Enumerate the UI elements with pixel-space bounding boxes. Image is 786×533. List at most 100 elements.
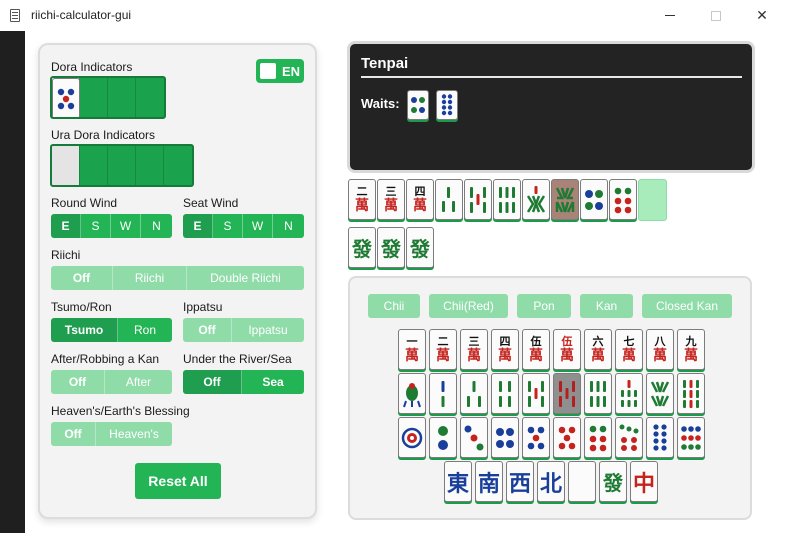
after-kan-off[interactable]: Off	[51, 370, 105, 394]
ura-dora-slot[interactable]	[80, 146, 108, 185]
chii-button[interactable]: Chii	[368, 294, 420, 318]
seat-wind-n[interactable]: N	[273, 214, 304, 238]
language-toggle[interactable]: EN	[256, 59, 304, 83]
hand-tile-8-sou-selected[interactable]	[551, 179, 579, 220]
minimize-button[interactable]	[647, 0, 693, 31]
round-wind-e[interactable]: E	[51, 214, 81, 238]
tile-suit: 萬	[529, 348, 543, 364]
green-dragon-icon: 發	[603, 471, 623, 495]
picker-tile-6-sou[interactable]	[584, 373, 612, 414]
ippatsu-on[interactable]: Ippatsu	[232, 318, 304, 342]
round-wind-n[interactable]: N	[141, 214, 172, 238]
picker-tile-6-pin[interactable]	[584, 417, 612, 458]
picker-tile-5-pin-red[interactable]	[553, 417, 581, 458]
picker-tile-1-sou[interactable]	[398, 373, 426, 414]
picker-tile-8-pin[interactable]	[646, 417, 674, 458]
under-river-sea[interactable]: Sea	[242, 370, 304, 394]
pon-button[interactable]: Pon	[517, 294, 571, 318]
picker-tile-4-man[interactable]: 四萬	[491, 329, 519, 370]
picker-tile-7-pin[interactable]	[615, 417, 643, 458]
blessing-off[interactable]: Off	[51, 422, 96, 446]
dora-slot[interactable]	[80, 78, 108, 117]
picker-tile-1-pin[interactable]	[398, 417, 426, 458]
picker-tile-2-sou[interactable]	[429, 373, 457, 414]
picker-tile-7-man[interactable]: 七萬	[615, 329, 643, 370]
hand-tile-3-man[interactable]: 三萬	[377, 179, 405, 220]
picker-tile-5-man-red[interactable]: 伍萬	[553, 329, 581, 370]
round-wind-w[interactable]: W	[111, 214, 141, 238]
picker-tile-5-sou[interactable]	[522, 373, 550, 414]
hand-tile-4-man[interactable]: 四萬	[406, 179, 434, 220]
dora-slot-filled[interactable]	[52, 78, 80, 117]
picker-tile-green-dragon[interactable]: 發	[599, 461, 627, 502]
picker-tile-white-dragon[interactable]	[568, 461, 596, 502]
picker-tile-9-sou[interactable]	[677, 373, 705, 414]
reset-all-button[interactable]: Reset All	[135, 463, 221, 499]
blessing-heavens[interactable]: Heaven's	[96, 422, 172, 446]
picker-tile-5-man[interactable]: 伍萬	[522, 329, 550, 370]
picker-tile-2-man[interactable]: 二萬	[429, 329, 457, 370]
seat-wind-s[interactable]: S	[213, 214, 243, 238]
seat-wind-w[interactable]: W	[243, 214, 273, 238]
picker-tile-west[interactable]: 西	[506, 461, 534, 502]
hand-tile-6-sou[interactable]	[493, 179, 521, 220]
maximize-button[interactable]	[693, 0, 739, 31]
hand-slot-empty[interactable]	[638, 179, 667, 221]
seat-wind-e[interactable]: E	[183, 214, 213, 238]
ron-option[interactable]: Ron	[118, 318, 172, 342]
riichi-off[interactable]: Off	[51, 266, 113, 290]
ura-dora-slot[interactable]	[108, 146, 136, 185]
picker-tile-east[interactable]: 東	[444, 461, 472, 502]
west-wind-icon: 西	[508, 470, 531, 497]
round-wind-s[interactable]: S	[81, 214, 111, 238]
picker-tile-8-sou[interactable]	[646, 373, 674, 414]
picker-tile-2-pin[interactable]	[429, 417, 457, 458]
chii-red-button[interactable]: Chii(Red)	[429, 294, 508, 318]
picker-tile-5-sou-red[interactable]	[553, 373, 581, 414]
dora-slot[interactable]	[136, 78, 164, 117]
hand-tile-5-sou[interactable]	[464, 179, 492, 220]
bird-icon	[403, 382, 421, 407]
tile-suit: 萬	[560, 348, 574, 364]
picker-tile-8-man[interactable]: 八萬	[646, 329, 674, 370]
ura-dora-slot[interactable]	[164, 146, 192, 185]
after-kan-selector: Off After	[51, 370, 172, 394]
closed-kan-button[interactable]: Closed Kan	[642, 294, 732, 318]
ippatsu-off[interactable]: Off	[183, 318, 232, 342]
picker-tile-3-sou[interactable]	[460, 373, 488, 414]
hand-tile-3-sou[interactable]	[435, 179, 463, 220]
hand-tile-4-pin[interactable]	[580, 179, 608, 220]
dora-label: Dora Indicators	[51, 60, 133, 74]
meld-tile-green-dragon[interactable]: 發	[348, 227, 376, 268]
hand-tile-2-man[interactable]: 二萬	[348, 179, 376, 220]
picker-tile-7-sou[interactable]	[615, 373, 643, 414]
picker-tile-5-pin[interactable]	[522, 417, 550, 458]
hand-tile-7-sou[interactable]	[522, 179, 550, 220]
meld-tile-green-dragon[interactable]: 發	[406, 227, 434, 268]
ura-dora-slot[interactable]	[136, 146, 164, 185]
picker-tile-3-pin[interactable]	[460, 417, 488, 458]
picker-tile-south[interactable]: 南	[475, 461, 503, 502]
tsumo-option[interactable]: Tsumo	[51, 318, 118, 342]
hand-tile-6-pin[interactable]	[609, 179, 637, 220]
picker-tile-north[interactable]: 北	[537, 461, 565, 502]
picker-tile-4-sou[interactable]	[491, 373, 519, 414]
under-river-selector: Off Sea	[183, 370, 304, 394]
meld-tile-green-dragon[interactable]: 發	[377, 227, 405, 268]
picker-tile-1-man[interactable]: 一萬	[398, 329, 426, 370]
blessing-selector: Off Heaven's	[51, 422, 172, 446]
riichi-riichi[interactable]: Riichi	[113, 266, 187, 290]
dora-slot[interactable]	[108, 78, 136, 117]
after-kan-on[interactable]: After	[105, 370, 172, 394]
under-river-off[interactable]: Off	[183, 370, 242, 394]
riichi-double[interactable]: Double Riichi	[187, 266, 304, 290]
picker-tile-red-dragon[interactable]: 中	[630, 461, 658, 502]
picker-tile-9-pin[interactable]	[677, 417, 705, 458]
picker-tile-6-man[interactable]: 六萬	[584, 329, 612, 370]
picker-tile-9-man[interactable]: 九萬	[677, 329, 705, 370]
ura-dora-slot-empty[interactable]	[52, 146, 80, 185]
picker-tile-4-pin[interactable]	[491, 417, 519, 458]
picker-tile-3-man[interactable]: 三萬	[460, 329, 488, 370]
close-button[interactable]: ✕	[739, 0, 785, 31]
kan-button[interactable]: Kan	[580, 294, 633, 318]
